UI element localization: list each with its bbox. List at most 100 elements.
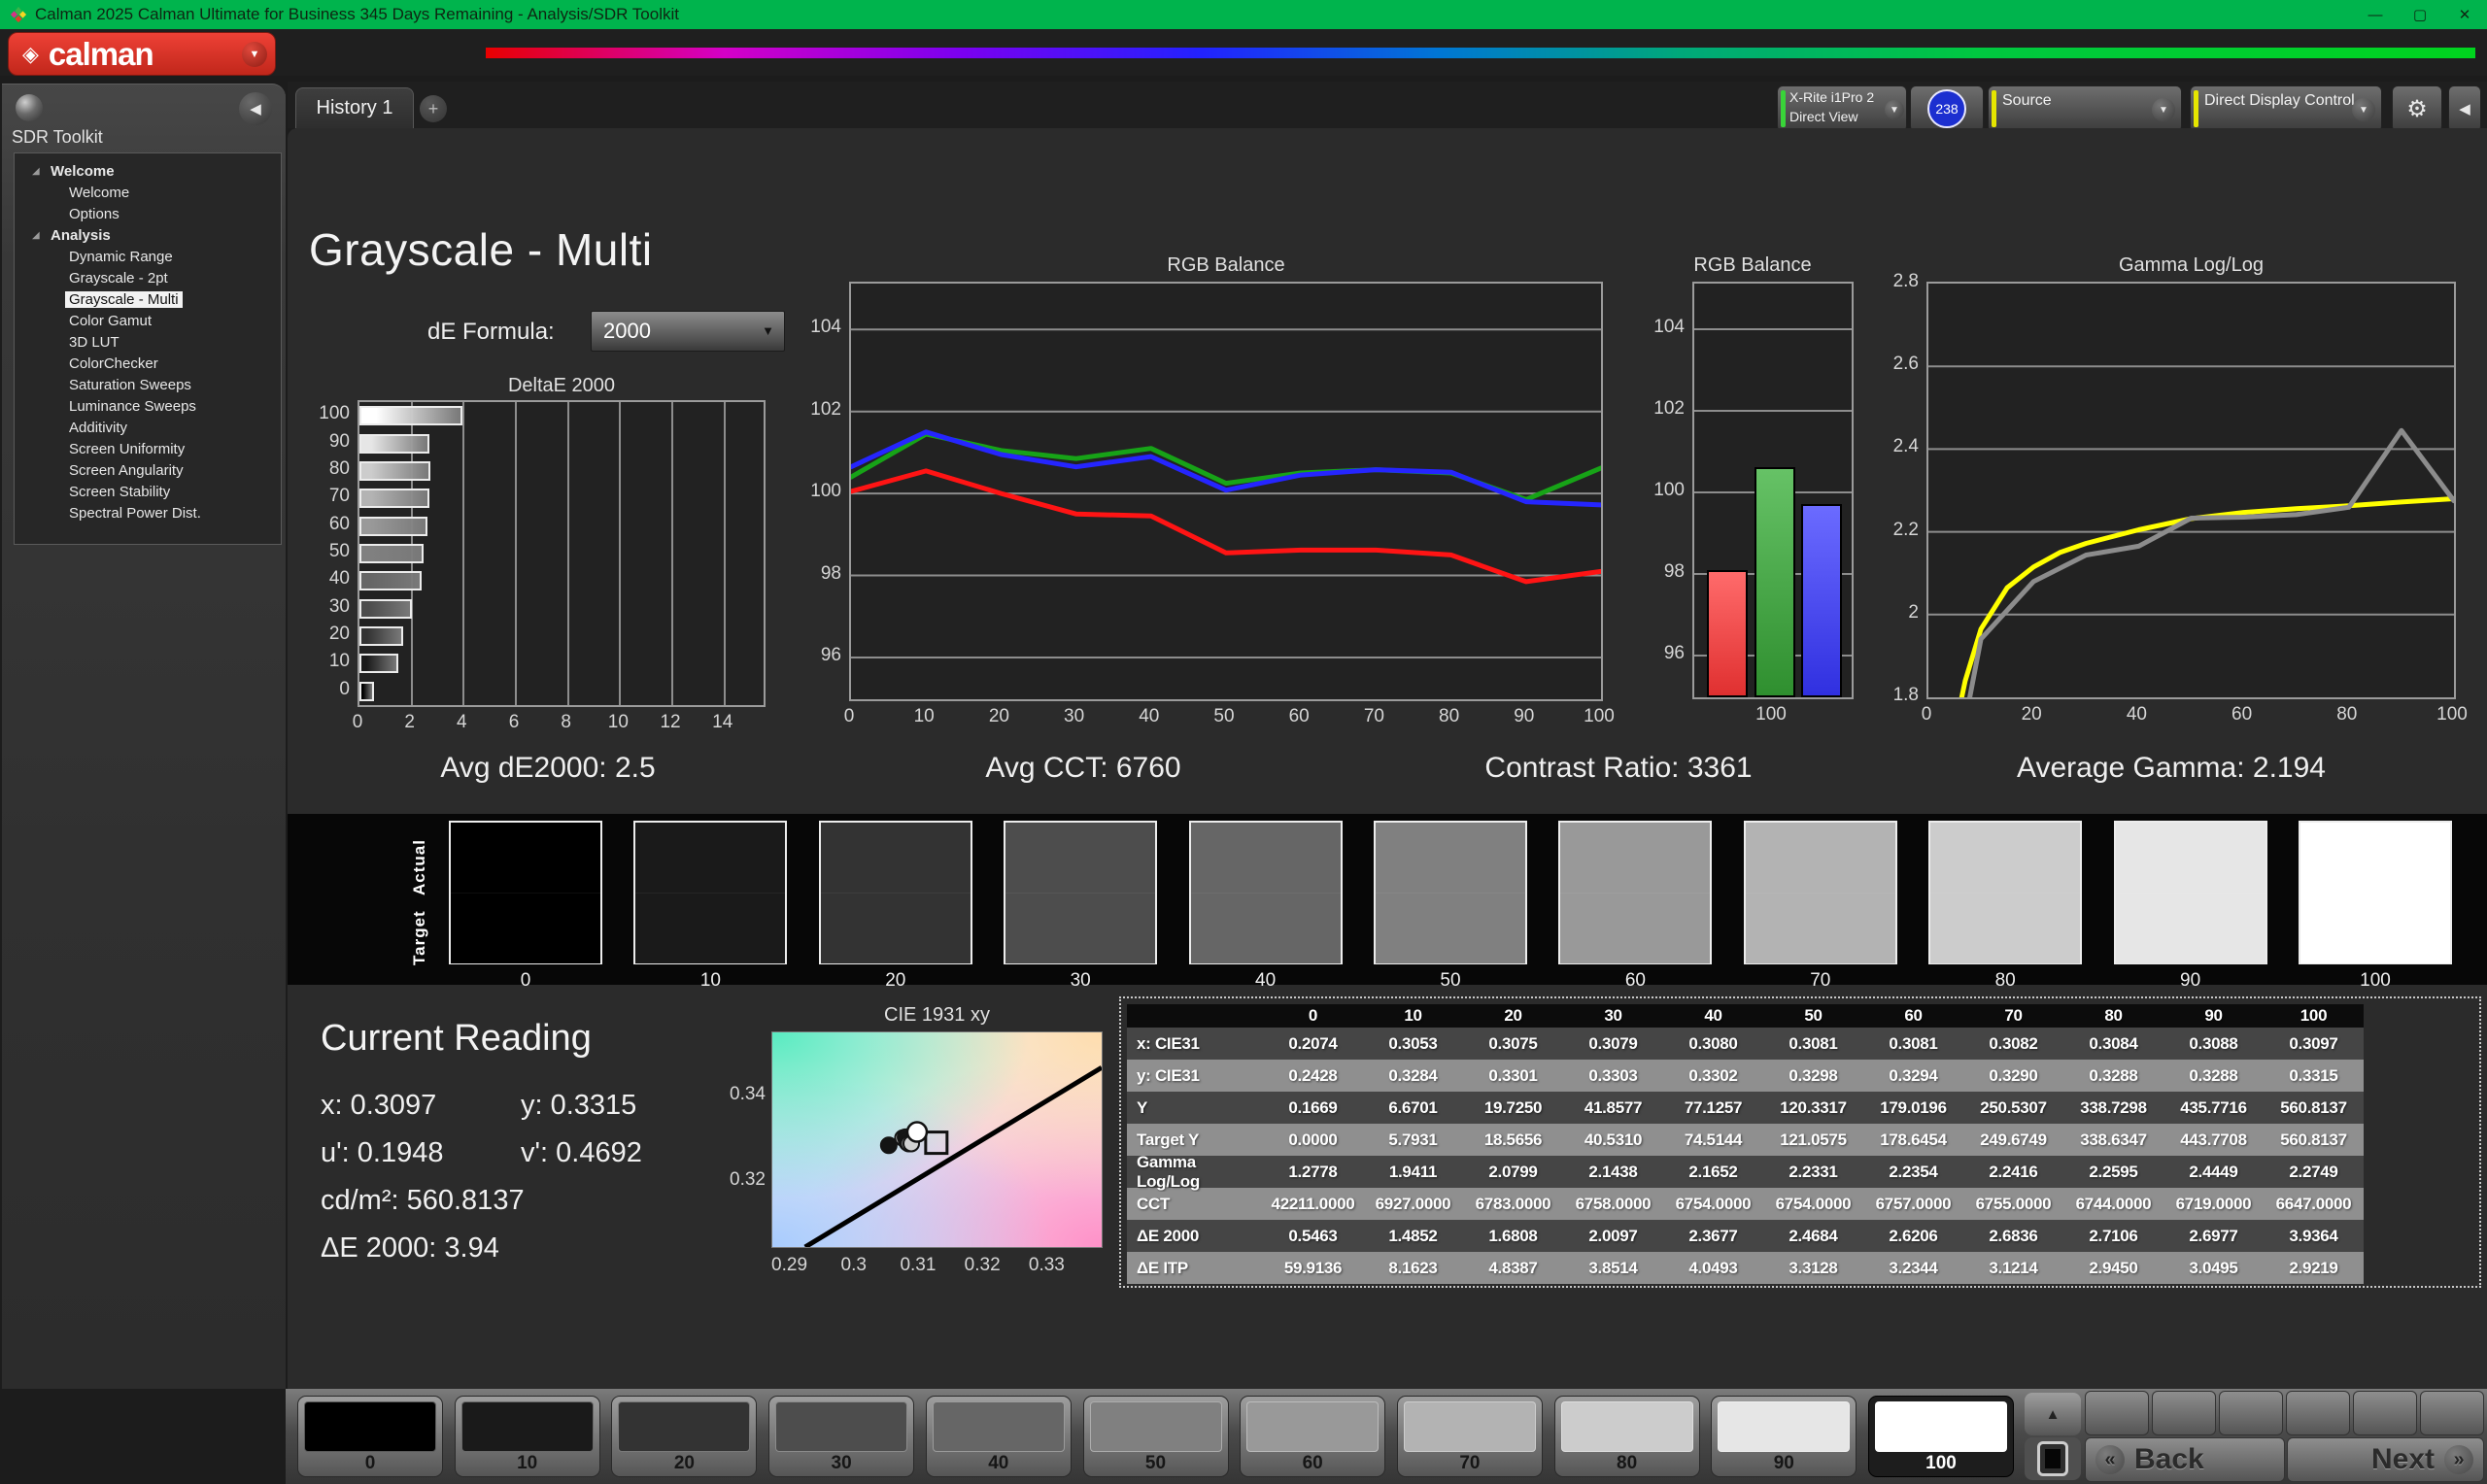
axis-tick-label: 30 <box>328 595 350 617</box>
toolbar-button-2[interactable] <box>2152 1391 2216 1435</box>
pattern-button-0[interactable]: 0 <box>297 1396 443 1477</box>
table-cell: 1.2778 <box>1288 1162 1338 1181</box>
calman-logo-button[interactable]: ◈ calman ▼ <box>8 32 276 76</box>
pattern-button-label: 10 <box>517 1453 538 1473</box>
table-cell: 2.6836 <box>1989 1226 2038 1245</box>
sidebar-item-color-gamut[interactable]: Color Gamut <box>15 311 281 332</box>
sidebar-item-colorchecker[interactable]: ColorChecker <box>15 354 281 375</box>
pattern-button-40[interactable]: 40 <box>925 1396 1072 1477</box>
pattern-button-60[interactable]: 60 <box>1240 1396 1386 1477</box>
table-column-header: 60 <box>1904 1006 1923 1025</box>
pattern-button-20[interactable]: 20 <box>611 1396 758 1477</box>
sidebar-item-welcome[interactable]: ◢ Welcome <box>15 161 281 183</box>
table-cell: 0.3288 <box>2089 1065 2138 1085</box>
sidebar-item-dynamic-range[interactable]: Dynamic Range <box>15 247 281 268</box>
meter-name: X-Rite i1Pro 2 <box>1789 89 1875 105</box>
chevron-down-icon[interactable]: ▼ <box>2152 98 2175 121</box>
sidebar-item-screen-stability[interactable]: Screen Stability <box>15 482 281 503</box>
pattern-button-50[interactable]: 50 <box>1082 1396 1229 1477</box>
axis-tick-label: 60 <box>1288 706 1310 726</box>
sidebar-item-grayscale-multi[interactable]: Grayscale - Multi <box>15 289 281 311</box>
collapse-right-icon[interactable]: ◀ <box>2448 85 2481 132</box>
table-cell: 2.0097 <box>1588 1226 1638 1245</box>
table-cell: 6754.0000 <box>1675 1194 1752 1213</box>
pattern-button-label: 30 <box>831 1453 852 1473</box>
gray-swatch-30: 30 <box>1004 821 1158 991</box>
pattern-button-label: 80 <box>1617 1453 1638 1473</box>
pattern-button-10[interactable]: 10 <box>454 1396 600 1477</box>
toolbar-button-4[interactable] <box>2286 1391 2350 1435</box>
source-dropdown[interactable]: Source ▼ <box>1988 85 2182 132</box>
rgb-line-plot <box>849 282 1603 701</box>
sidebar-item-luminance-sweeps[interactable]: Luminance Sweeps <box>15 396 281 418</box>
sidebar-item-welcome[interactable]: Welcome <box>15 183 281 204</box>
cie-1931-chart: CIE 1931 xy 0.32 0.34 0.29 0.3 0.31 0.32 0.33 <box>730 1000 1127 1282</box>
chart-title: RGB Balance <box>1693 254 1812 276</box>
gear-icon[interactable]: ⚙ <box>2392 85 2442 132</box>
toolbar-button-5[interactable] <box>2353 1391 2417 1435</box>
table-column-header: 90 <box>2204 1006 2223 1025</box>
sidebar-item-additivity[interactable]: Additivity <box>15 418 281 439</box>
rgb-bar-green <box>1754 467 1795 697</box>
sidebar-item-analysis[interactable]: ◢ Analysis <box>15 225 281 247</box>
axis-tick-label: 20 <box>328 624 350 645</box>
toolbar-button-1[interactable] <box>2085 1391 2149 1435</box>
pattern-button-30[interactable]: 30 <box>768 1396 915 1477</box>
expander-icon[interactable]: ◢ <box>32 161 40 183</box>
sidebar-item-grayscale-2pt[interactable]: Grayscale - 2pt <box>15 268 281 289</box>
sidebar-item-saturation-sweeps[interactable]: Saturation Sweeps <box>15 375 281 396</box>
axis-tick-label: 14 <box>712 712 733 732</box>
pattern-button-label: 60 <box>1302 1453 1323 1473</box>
table-column-header: 40 <box>1704 1006 1722 1025</box>
minimize-icon[interactable]: — <box>2353 0 2398 29</box>
pattern-button-100[interactable]: 100 <box>1868 1396 2014 1477</box>
gamma-plot <box>1926 282 2456 699</box>
table-cell: 2.1438 <box>1588 1162 1638 1181</box>
swatch-label: 30 <box>1070 970 1091 991</box>
sidebar-item-spectral-power-dist-[interactable]: Spectral Power Dist. <box>15 503 281 524</box>
pattern-button-70[interactable]: 70 <box>1396 1396 1543 1477</box>
table-cell: 2.6977 <box>2189 1226 2238 1245</box>
meter-dropdown[interactable]: X-Rite i1Pro 2 Direct View ▼ <box>1777 85 1907 132</box>
axis-tick-label: 2.6 <box>1892 354 1919 375</box>
axis-tick-label: 12 <box>660 712 681 732</box>
reading-u-prime: u': 0.1948 <box>321 1137 444 1168</box>
sidebar-item-3d-lut[interactable]: 3D LUT <box>15 332 281 354</box>
main-content: Grayscale - Multi dE Formula: 2000 ▼ Del… <box>288 128 2487 1389</box>
tab-history-1[interactable]: History 1 <box>295 87 414 128</box>
add-tab-button[interactable]: + <box>420 95 447 122</box>
axis-tick-label: 40 <box>2126 704 2147 725</box>
de-formula-value: 2000 <box>603 319 651 343</box>
maximize-icon[interactable]: ▢ <box>2398 0 2442 29</box>
logo-dropdown-icon[interactable]: ▼ <box>242 42 267 67</box>
axis-tick-label: 102 <box>1653 398 1685 420</box>
de-formula-select[interactable]: 2000 ▼ <box>591 311 785 352</box>
stat-avg-de2000: Avg dE2000: 2.5 <box>440 752 656 784</box>
sidebar-item-screen-uniformity[interactable]: Screen Uniformity <box>15 439 281 460</box>
sidebar-item-screen-angularity[interactable]: Screen Angularity <box>15 460 281 482</box>
table-cell: 338.7298 <box>2080 1097 2147 1117</box>
axis-tick-label: 100 <box>2436 704 2468 725</box>
back-button[interactable]: « Back <box>2085 1437 2285 1482</box>
pattern-button-90[interactable]: 90 <box>1711 1396 1857 1477</box>
pattern-button-80[interactable]: 80 <box>1553 1396 1700 1477</box>
table-column-header: 100 <box>2300 1006 2328 1025</box>
table-cell: 6754.0000 <box>1775 1194 1852 1213</box>
toolbar-button-3[interactable] <box>2219 1391 2283 1435</box>
next-button[interactable]: Next » <box>2287 1437 2484 1482</box>
pattern-window-button[interactable] <box>2025 1437 2081 1480</box>
chevron-down-icon[interactable]: ▼ <box>1885 100 1904 119</box>
expander-icon[interactable]: ◢ <box>32 225 40 247</box>
pattern-up-button[interactable]: ▲ <box>2025 1393 2081 1435</box>
sidebar-collapse-icon[interactable]: ◀ <box>239 92 272 125</box>
chevron-down-icon[interactable]: ▼ <box>2352 98 2375 121</box>
table-cell: 443.7708 <box>2180 1130 2247 1149</box>
toolbar-button-6[interactable] <box>2420 1391 2484 1435</box>
sidebar-orb-button[interactable] <box>16 94 43 121</box>
stat-contrast-ratio: Contrast Ratio: 3361 <box>1484 752 1753 784</box>
table-cell: 3.8514 <box>1588 1258 1638 1277</box>
table-cell: 41.8577 <box>1584 1097 1643 1117</box>
display-control-dropdown[interactable]: Direct Display Control ▼ <box>2190 85 2382 132</box>
close-icon[interactable]: ✕ <box>2442 0 2487 29</box>
sidebar-item-options[interactable]: Options <box>15 204 281 225</box>
